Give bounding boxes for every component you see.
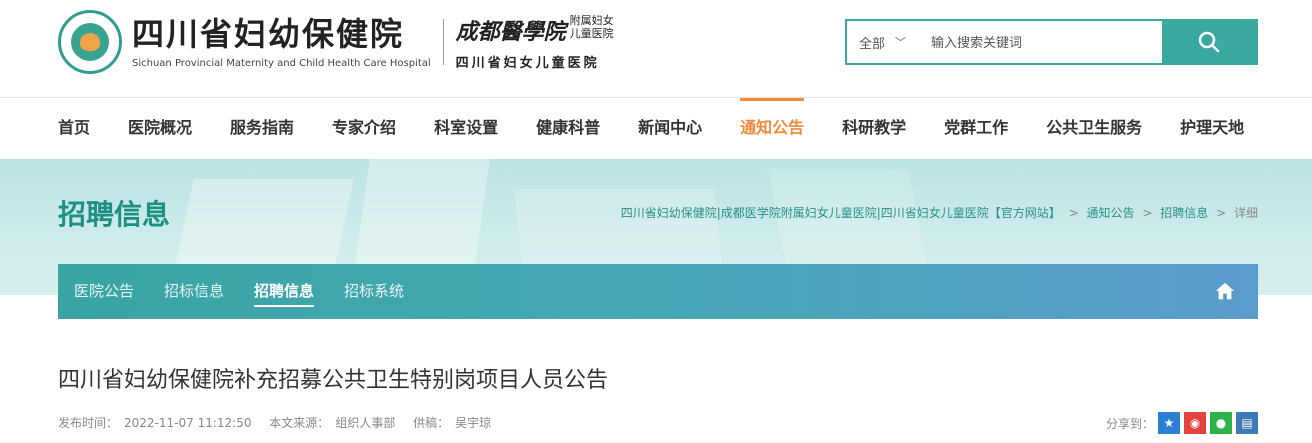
breadcrumb: 四川省妇幼保健院|成都医学院附属妇女儿童医院|四川省妇女儿童医院【官方网站】 >… xyxy=(620,206,1258,220)
search-icon xyxy=(1198,31,1220,53)
search-button[interactable] xyxy=(1162,21,1256,63)
nav-item-public-health[interactable]: 公共卫生服务 xyxy=(1046,98,1142,158)
nav-item-experts[interactable]: 专家介绍 xyxy=(332,98,396,158)
hospital-logo[interactable]: 四川省妇幼保健院 Sichuan Provincial Maternity an… xyxy=(58,10,614,74)
share-label: 分享到： xyxy=(1105,416,1154,431)
main-nav: 首页 医院概况 服务指南 专家介绍 科室设置 健康科普 新闻中心 通知公告 科研… xyxy=(0,98,1312,158)
page-title: 招聘信息 xyxy=(58,198,171,231)
nav-item-service-guide[interactable]: 服务指南 xyxy=(230,98,294,158)
nav-item-research[interactable]: 科研教学 xyxy=(842,98,906,158)
sub-nav: 医院公告 招标信息 招聘信息 招标系统 xyxy=(58,264,1258,319)
nav-item-departments[interactable]: 科室设置 xyxy=(434,98,498,158)
article-title: 四川省妇幼保健院补充招募公共卫生特别岗项目人员公告 xyxy=(58,368,609,393)
nav-item-news[interactable]: 新闻中心 xyxy=(638,98,702,158)
breadcrumb-notices[interactable]: 通知公告 xyxy=(1087,206,1135,220)
nav-item-nursing[interactable]: 护理天地 xyxy=(1180,98,1244,158)
source-label: 本文来源： xyxy=(269,416,330,430)
hospital-name-en: Sichuan Provincial Maternity and Child H… xyxy=(132,57,431,69)
source-value: 组织人事部 xyxy=(335,416,396,430)
affiliate-small-2: 儿童医院 xyxy=(569,26,614,40)
nav-item-home[interactable]: 首页 xyxy=(58,98,90,158)
nav-item-party[interactable]: 党群工作 xyxy=(944,98,1008,158)
breadcrumb-current: 详细 xyxy=(1233,206,1258,220)
hospital-emblem-icon xyxy=(58,10,122,74)
tab-tender-info[interactable]: 招标信息 xyxy=(164,264,224,319)
affiliate-small-1: 附属妇女 xyxy=(569,13,614,27)
hospital-name-cn: 四川省妇幼保健院 xyxy=(132,14,405,53)
search-scope-label: 全部 xyxy=(859,36,886,52)
affiliate-logo: 成都醫學院 附属妇女 儿童医院 四川省妇女儿童医院 xyxy=(456,14,614,71)
article-meta: 发布时间： 2022-11-07 11:12:50 本文来源： 组织人事部 供稿： 吴… xyxy=(58,414,497,431)
share-bar: 分享到： ★ ◉ ● ▤ xyxy=(1106,412,1258,434)
logo-divider xyxy=(442,19,444,65)
breadcrumb-site[interactable]: 四川省妇幼保健院|成都医学院附属妇女儿童医院|四川省妇女儿童医院【官方网站】 xyxy=(621,206,1061,220)
author-value: 吴宇琼 xyxy=(455,416,492,430)
author-label: 供稿： xyxy=(413,416,450,430)
published-time: 2022-11-07 11:12:50 xyxy=(124,416,252,430)
wechat-share-icon[interactable]: ● xyxy=(1210,412,1232,434)
home-icon[interactable] xyxy=(1214,280,1236,302)
site-header: 四川省妇幼保健院 Sichuan Provincial Maternity an… xyxy=(0,0,1312,98)
nav-item-health-education[interactable]: 健康科普 xyxy=(536,98,600,158)
search-bar: 全部 ﹀ xyxy=(845,19,1258,65)
print-icon[interactable]: ▤ xyxy=(1236,412,1258,434)
nav-item-overview[interactable]: 医院概况 xyxy=(128,98,192,158)
tab-hospital-notices[interactable]: 医院公告 xyxy=(74,264,134,319)
search-input[interactable] xyxy=(925,21,1162,63)
qzone-share-icon[interactable]: ★ xyxy=(1158,412,1180,434)
tab-tender-system[interactable]: 招标系统 xyxy=(344,264,404,319)
nav-item-notices[interactable]: 通知公告 xyxy=(740,98,805,158)
chevron-down-icon: ﹀ xyxy=(895,36,907,49)
affiliate-script: 成都醫學院 xyxy=(455,18,566,45)
weibo-share-icon[interactable]: ◉ xyxy=(1184,412,1206,434)
breadcrumb-recruitment[interactable]: 招聘信息 xyxy=(1160,206,1208,220)
published-label: 发布时间： xyxy=(58,416,119,430)
affiliate-name: 四川省妇女儿童医院 xyxy=(455,55,600,71)
tab-recruitment[interactable]: 招聘信息 xyxy=(254,264,315,319)
search-scope-select[interactable]: 全部 ﹀ xyxy=(847,21,925,63)
